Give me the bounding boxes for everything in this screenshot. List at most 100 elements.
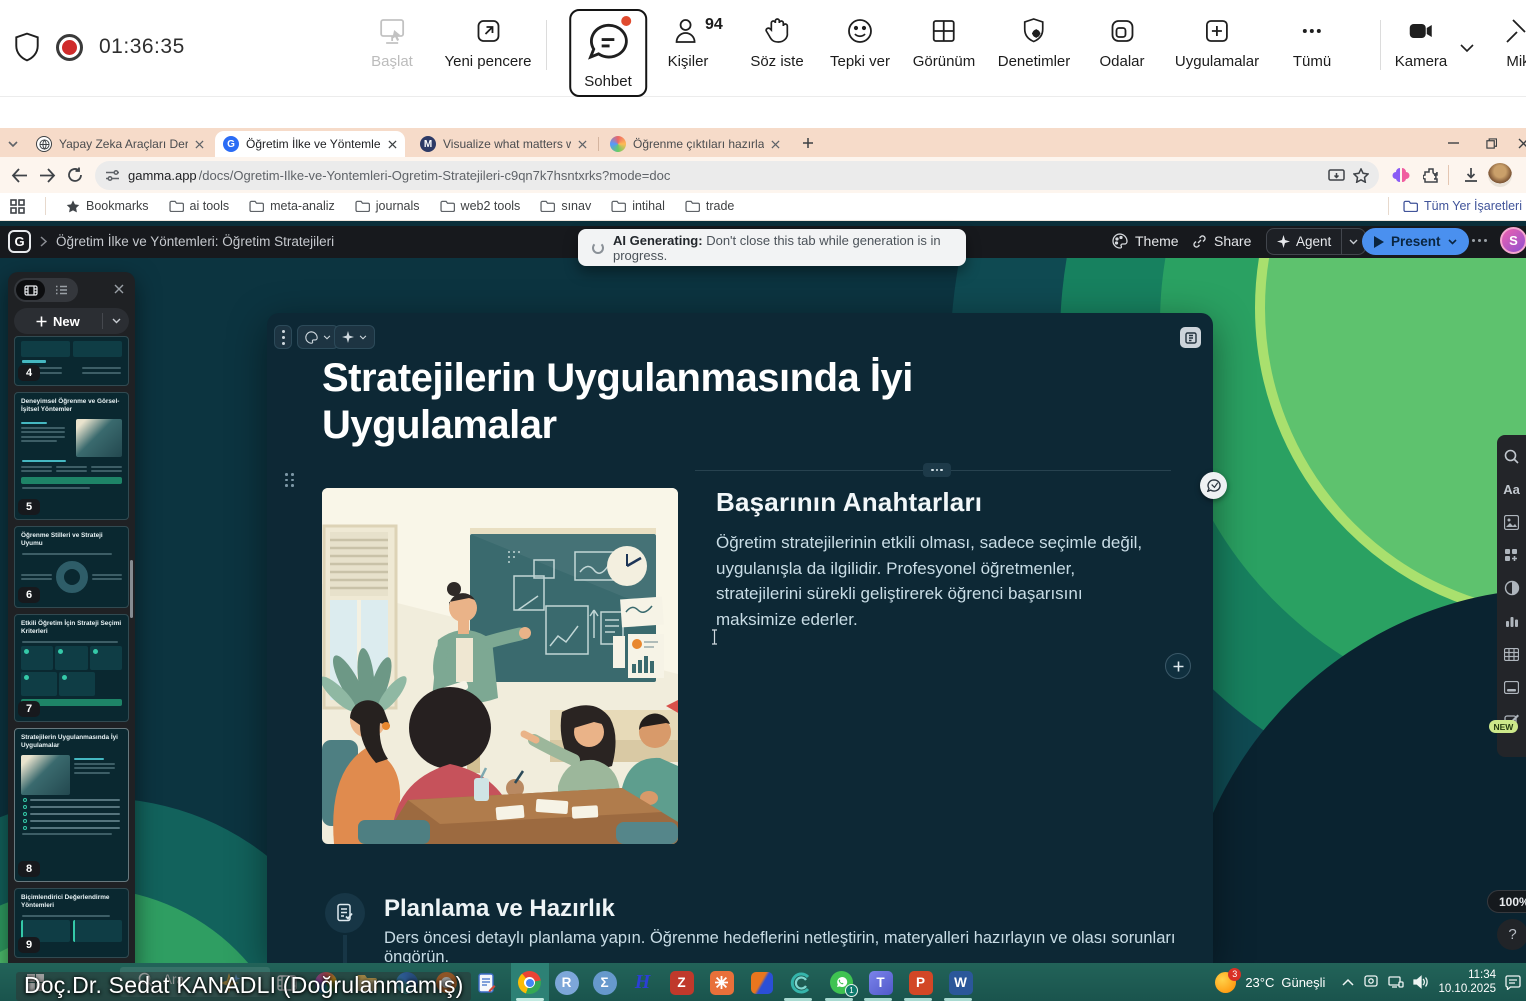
slide-thumbnail[interactable]: 4 xyxy=(14,336,129,386)
tray-device-icon[interactable] xyxy=(1363,975,1379,989)
more-button[interactable]: Tümü xyxy=(1293,16,1331,70)
sidebar-scrollbar[interactable] xyxy=(130,560,133,618)
new-tab-button[interactable] xyxy=(796,132,820,154)
participants-button[interactable]: 94 Kişiler xyxy=(668,16,709,70)
camera-options-chevron[interactable] xyxy=(1460,44,1474,53)
network-icon[interactable] xyxy=(1388,975,1404,989)
back-button[interactable] xyxy=(6,162,32,188)
tab-close-icon[interactable] xyxy=(771,140,780,149)
site-info-icon[interactable] xyxy=(105,169,120,182)
card-template-button[interactable] xyxy=(1180,327,1201,348)
taskbar-sigma-icon[interactable]: Σ xyxy=(591,969,618,996)
slide-title[interactable]: Stratejilerin Uygulanmasında İyi Uygulam… xyxy=(322,355,1052,449)
tab-close-icon[interactable] xyxy=(578,140,587,149)
card-menu-button[interactable] xyxy=(274,325,292,349)
bookmark-folder[interactable]: meta-analiz xyxy=(249,199,335,213)
chat-button[interactable]: Sohbet xyxy=(569,9,647,97)
url-bar[interactable]: gamma.app/docs/Ogretim-Ilke-ve-Yontemler… xyxy=(95,161,1379,190)
card-button[interactable] xyxy=(1503,678,1521,696)
text-style-button[interactable]: Aa xyxy=(1503,480,1521,498)
new-dropdown-chevron[interactable] xyxy=(103,318,129,324)
taskbar-word-icon[interactable]: W xyxy=(947,969,974,996)
section-body[interactable]: Öğretim stratejilerinin etkili olması, s… xyxy=(716,530,1163,632)
list-view-button[interactable] xyxy=(47,280,76,300)
card-ai-button[interactable] xyxy=(334,325,375,349)
bookmark-folder[interactable]: web2 tools xyxy=(440,199,521,213)
view-button[interactable]: Görünüm xyxy=(913,16,976,70)
slide-thumbnail[interactable]: Biçimlendirici Değerlendirme Yöntemleri … xyxy=(14,888,129,958)
recording-indicator[interactable] xyxy=(56,34,83,61)
browser-tab[interactable]: Yapay Zeka Araçları Derse Enteg xyxy=(28,131,212,157)
volume-icon[interactable] xyxy=(1413,975,1429,989)
plan-heading[interactable]: Planlama ve Hazırlık xyxy=(384,895,615,923)
slide-thumbnail-current[interactable]: Stratejilerin Uygulanmasında İyi Uygulam… xyxy=(14,728,129,882)
header-more-button[interactable] xyxy=(1472,239,1487,242)
image-button[interactable] xyxy=(1503,513,1521,531)
block-options-handle[interactable] xyxy=(923,463,951,477)
profile-avatar[interactable] xyxy=(1487,162,1513,188)
extensions-puzzle-icon[interactable] xyxy=(1418,162,1444,188)
comment-button[interactable] xyxy=(1200,472,1227,499)
weather-icon[interactable]: 3 xyxy=(1215,972,1236,993)
taskbar-h-icon[interactable]: H xyxy=(629,969,656,996)
taskbar-star-app-icon[interactable] xyxy=(708,969,735,996)
theme-button[interactable]: Theme xyxy=(1112,233,1179,249)
raise-hand-button[interactable]: Söz iste xyxy=(750,16,803,70)
section-heading[interactable]: Başarının Anahtarları xyxy=(716,487,982,518)
security-shield-icon[interactable] xyxy=(14,32,40,62)
window-restore-button[interactable] xyxy=(1476,132,1506,154)
tray-expand-chevron[interactable] xyxy=(1342,978,1354,986)
taskbar-rstudio-icon[interactable]: R xyxy=(553,969,580,996)
notifications-icon[interactable] xyxy=(1505,975,1522,990)
block-drag-handle[interactable] xyxy=(285,473,294,487)
taskbar-figure-app-icon[interactable] xyxy=(748,969,775,996)
gamma-logo[interactable]: G xyxy=(8,230,31,253)
slide-thumbnail[interactable]: Deneyimsel Öğrenme ve Görsel-İşitsel Yön… xyxy=(14,392,129,520)
share-button[interactable]: Share xyxy=(1192,233,1251,249)
tab-close-icon[interactable] xyxy=(388,140,397,149)
bookmark-folder[interactable]: sınav xyxy=(540,199,591,213)
tab-close-icon[interactable] xyxy=(195,140,204,149)
window-minimize-button[interactable] xyxy=(1438,132,1468,154)
close-sidebar-icon[interactable] xyxy=(109,279,129,299)
bookmark-folder[interactable]: journals xyxy=(355,199,420,213)
theme-toggle-button[interactable]: NEW xyxy=(1503,579,1521,597)
zoom-indicator[interactable]: 100% xyxy=(1487,890,1526,913)
taskbar-editor-icon[interactable] xyxy=(473,969,500,996)
apps-button[interactable]: Uygulamalar xyxy=(1175,16,1259,70)
table-button[interactable] xyxy=(1503,645,1521,663)
brain-extension-icon[interactable] xyxy=(1388,162,1414,188)
weather-text[interactable]: 23°C Güneşli xyxy=(1245,975,1325,990)
window-close-button[interactable] xyxy=(1508,132,1526,154)
chart-button[interactable] xyxy=(1503,612,1521,630)
mic-button[interactable]: Mik xyxy=(1503,16,1526,70)
taskbar-whatsapp-icon[interactable]: 1 xyxy=(828,969,855,996)
add-block-button[interactable] xyxy=(1165,653,1191,679)
slide-thumbnail[interactable]: Etkili Öğretim İçin Strateji Seçimi Krit… xyxy=(14,614,129,722)
browser-tab[interactable]: Öğrenme çıktıları hazırlama xyxy=(602,131,788,157)
help-button[interactable]: ? xyxy=(1497,919,1526,950)
all-bookmarks-button[interactable]: Tüm Yer İşaretleri xyxy=(1388,197,1522,215)
taskbar-clock[interactable]: 11:34 10.10.2025 xyxy=(1438,968,1496,997)
share-start-button[interactable]: Başlat xyxy=(371,16,413,70)
taskbar-chrome-icon[interactable] xyxy=(516,969,543,996)
breakout-rooms-button[interactable]: Odalar xyxy=(1099,16,1144,70)
bookmark-item[interactable]: Bookmarks xyxy=(66,199,149,213)
apps-grid-icon[interactable] xyxy=(10,199,25,214)
taskbar-zotero-icon[interactable]: Z xyxy=(668,969,695,996)
tab-search-chevron[interactable] xyxy=(2,133,24,155)
present-button[interactable]: Present xyxy=(1362,228,1469,255)
blocks-button[interactable] xyxy=(1503,546,1521,564)
taskbar-powerpoint-icon[interactable]: P xyxy=(907,969,934,996)
browser-tab[interactable]: M Visualize what matters with AI xyxy=(412,131,595,157)
reload-button[interactable] xyxy=(62,162,88,188)
new-window-button[interactable]: Yeni pencere xyxy=(444,16,531,70)
taskbar-wave-app-icon[interactable] xyxy=(787,969,814,996)
install-cast-icon[interactable] xyxy=(1328,169,1345,183)
browser-tab-active[interactable]: G Öğretim İlke ve Yöntemleri: Öğr xyxy=(215,131,405,157)
bookmark-star-icon[interactable] xyxy=(1353,168,1369,183)
plan-body[interactable]: Ders öncesi detaylı planlama yapın. Öğre… xyxy=(384,929,1184,963)
forward-button[interactable] xyxy=(34,162,60,188)
taskbar-teams-icon[interactable]: T xyxy=(867,969,894,996)
new-slide-button[interactable]: New xyxy=(14,308,129,334)
